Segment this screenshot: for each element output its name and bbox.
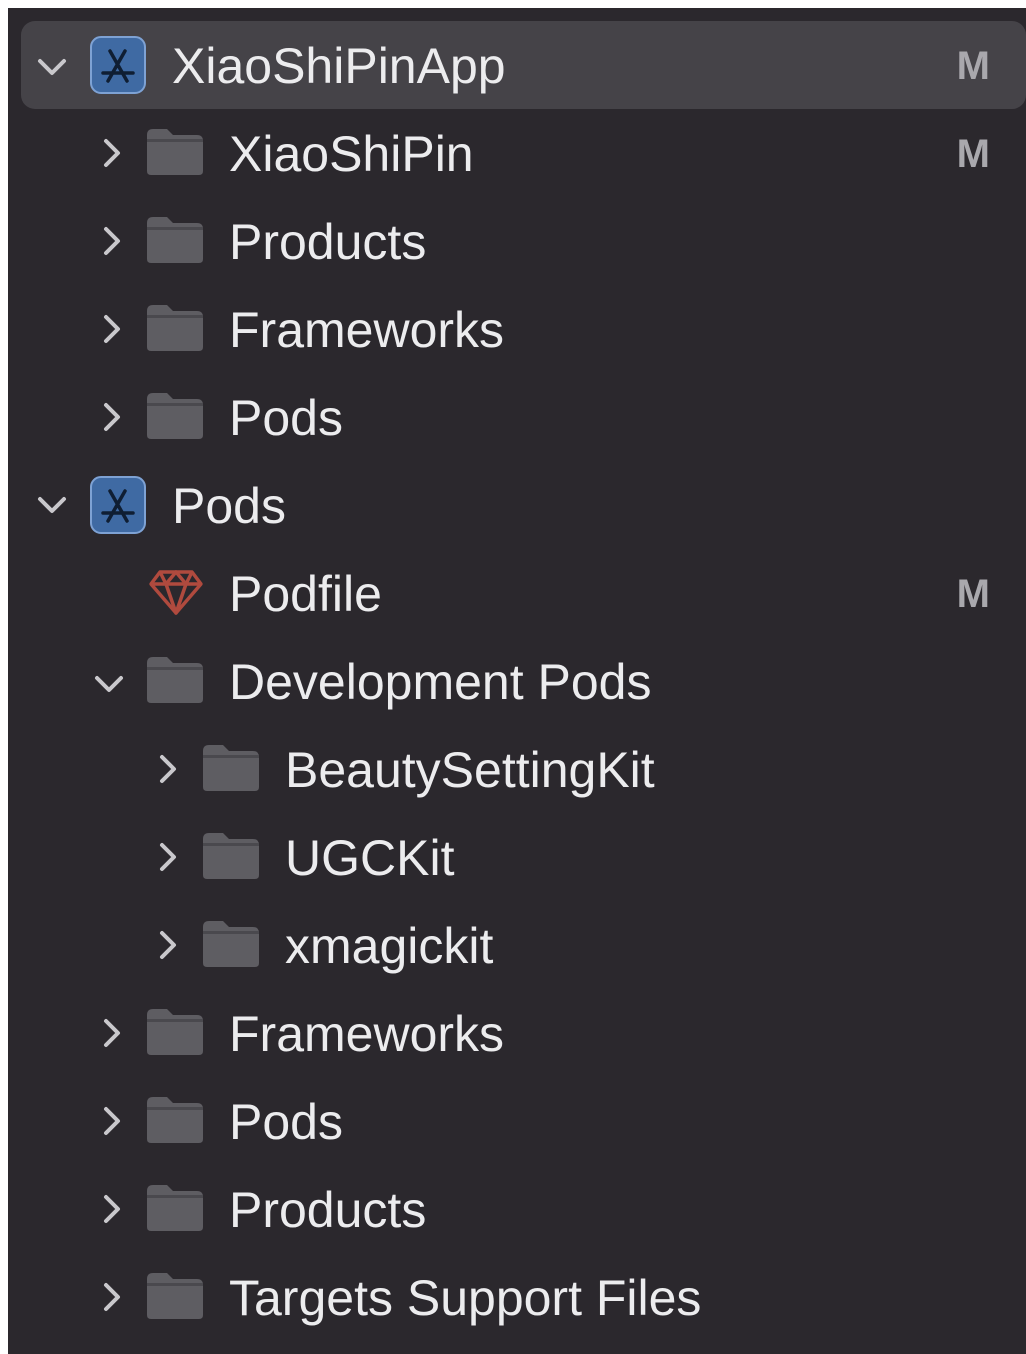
tree-row-group-ugckit[interactable]: UGCKit [8, 813, 1026, 901]
tree-row-label: Pods [229, 1094, 343, 1150]
tree-row-project-pods[interactable]: Pods [8, 461, 1026, 549]
tree-row-file-podfile[interactable]: Podfile M [8, 549, 1026, 637]
folder-icon [147, 1097, 203, 1143]
tree-row-project-xiaoshipinapp[interactable]: XiaoShiPinApp M [8, 8, 1026, 109]
tree-row-label: Products [229, 214, 427, 270]
folder-icon [203, 921, 259, 967]
folder-icon [147, 305, 203, 351]
source-control-status-badge: M [956, 44, 990, 88]
tree-row-group-frameworks[interactable]: Frameworks [8, 989, 1026, 1077]
chevron-right-icon[interactable] [95, 1016, 129, 1050]
tree-row-group-products[interactable]: Products [8, 197, 1026, 285]
tree-row-label: xmagickit [285, 918, 494, 974]
tree-row-label: Pods [172, 478, 286, 534]
tree-row-label: XiaoShiPin [229, 126, 474, 182]
tree-row-group-xmagickit[interactable]: xmagickit [8, 901, 1026, 989]
chevron-right-icon[interactable] [95, 312, 129, 346]
folder-icon [147, 217, 203, 263]
chevron-right-icon[interactable] [95, 400, 129, 434]
tree-row-label: XiaoShiPinApp [172, 38, 506, 94]
tree-row-label: Development Pods [229, 654, 652, 710]
tree-row-group-pods[interactable]: Pods [8, 373, 1026, 461]
app-project-icon [90, 36, 146, 94]
tree-row-group-xiaoshipin[interactable]: XiaoShiPin M [8, 109, 1026, 197]
tree-row-group-products[interactable]: Products [8, 1165, 1026, 1253]
source-control-status-badge: M [956, 572, 990, 616]
chevron-right-icon[interactable] [95, 1192, 129, 1226]
folder-icon [147, 1009, 203, 1055]
folder-icon [147, 393, 203, 439]
chevron-down-icon[interactable] [35, 50, 69, 84]
tree-row-group-frameworks[interactable]: Frameworks [8, 285, 1026, 373]
chevron-right-icon[interactable] [151, 928, 185, 962]
chevron-down-icon[interactable] [92, 667, 126, 701]
folder-icon [147, 1185, 203, 1231]
chevron-right-icon[interactable] [151, 840, 185, 874]
source-control-status-badge: M [956, 132, 990, 176]
chevron-right-icon[interactable] [95, 1104, 129, 1138]
folder-icon [147, 129, 203, 175]
project-navigator: XiaoShiPinApp M XiaoShiPin M Products Fr… [8, 8, 1026, 1354]
tree-row-label: BeautySettingKit [285, 742, 655, 798]
folder-icon [147, 657, 203, 703]
chevron-right-icon[interactable] [95, 224, 129, 258]
folder-icon [203, 833, 259, 879]
folder-icon [203, 745, 259, 791]
chevron-right-icon[interactable] [95, 1280, 129, 1314]
ruby-gem-icon [149, 570, 203, 615]
chevron-right-icon[interactable] [95, 136, 129, 170]
tree-row-label: Frameworks [229, 302, 505, 358]
tree-row-group-development-pods[interactable]: Development Pods [8, 637, 1026, 725]
folder-icon [147, 1273, 203, 1319]
tree-row-label: Podfile [229, 566, 382, 622]
tree-row-group-beautysettingkit[interactable]: BeautySettingKit [8, 725, 1026, 813]
tree-row-label: Pods [229, 390, 343, 446]
tree-row-label: Products [229, 1182, 427, 1238]
chevron-right-icon[interactable] [151, 752, 185, 786]
chevron-down-icon[interactable] [35, 488, 69, 522]
tree-row-label: Targets Support Files [229, 1270, 702, 1326]
tree-row-label: UGCKit [285, 830, 455, 886]
tree-row-group-targets-support-files[interactable]: Targets Support Files [8, 1253, 1026, 1341]
tree-row-label: Frameworks [229, 1006, 505, 1062]
app-project-icon [90, 476, 146, 534]
tree-row-group-pods[interactable]: Pods [8, 1077, 1026, 1165]
